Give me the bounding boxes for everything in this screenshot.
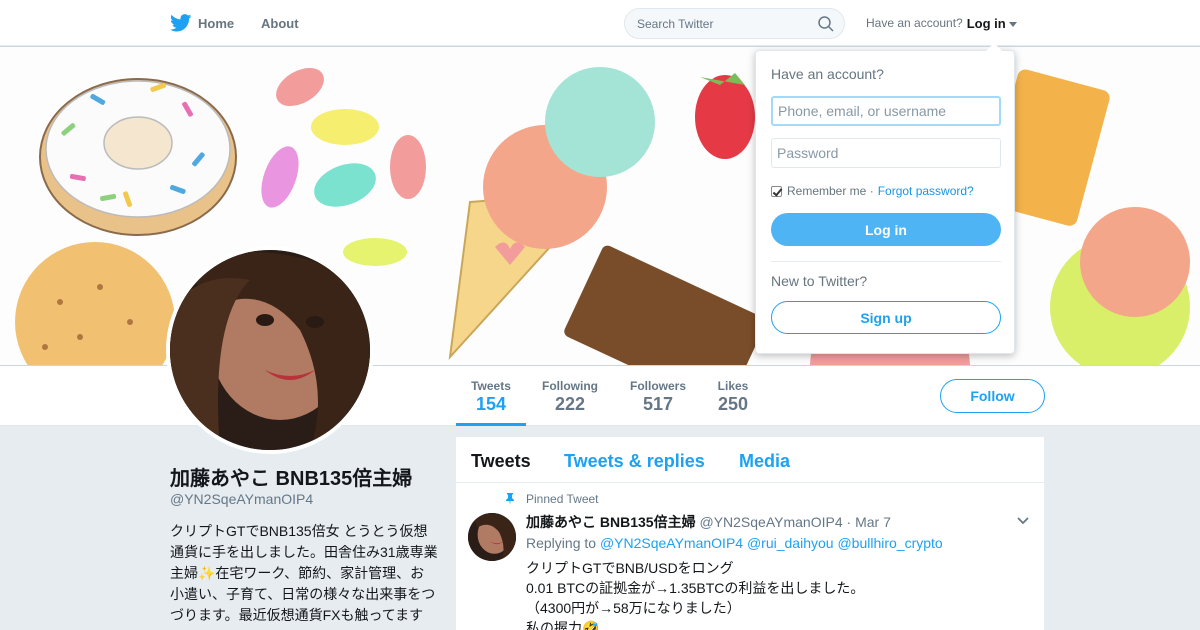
search-input[interactable]	[637, 16, 807, 31]
account-prompt-text: Have an account?	[866, 16, 963, 30]
stat-likes[interactable]: Likes 250	[710, 366, 756, 426]
tweet-author-name[interactable]: 加藤あやこ BNB135倍主婦	[526, 514, 696, 530]
stat-following[interactable]: Following 222	[536, 366, 604, 426]
timeline: Tweets Tweets & replies Media Pinned Twe…	[456, 437, 1044, 630]
profile-name: 加藤あやこ BNB135倍主婦	[170, 468, 413, 490]
stat-value: 250	[717, 394, 749, 414]
login-dropdown-toggle[interactable]: Log in	[967, 16, 1006, 31]
profile-bio: クリプトGTでBNB135倍女 とうとう仮想通貨に手を出しました。田舎住み31歳…	[170, 523, 438, 623]
search-icon[interactable]	[818, 16, 834, 32]
chevron-down-icon[interactable]	[1016, 514, 1030, 528]
tweet-line: （4300円が→58万になりました）	[526, 600, 741, 616]
avatar-photo	[170, 250, 370, 450]
tweet-text: クリプトGTでBNB/USDをロング 0.01 BTCの証拠金が→1.35BTC…	[526, 558, 864, 630]
login-dropdown-heading: Have an account?	[771, 66, 884, 82]
forgot-password-link[interactable]: Forgot password?	[878, 184, 974, 198]
stat-value: 222	[554, 394, 586, 414]
tweet-line: クリプトGTでBNB/USDをロング	[526, 560, 734, 576]
stat-value: 154	[475, 394, 507, 414]
password-field[interactable]	[771, 138, 1001, 168]
signup-button[interactable]: Sign up	[771, 301, 1001, 334]
nav-about-link[interactable]: About	[261, 0, 299, 46]
tweet-author-handle[interactable]: @YN2SqeAYmanOIP4	[699, 514, 842, 530]
stat-label: Followers	[629, 379, 686, 393]
nav-home-link[interactable]: Home	[170, 0, 234, 46]
profile-avatar[interactable]	[166, 246, 374, 454]
tweet-date[interactable]: · Mar 7	[847, 514, 891, 530]
stat-label: Likes	[717, 379, 749, 393]
new-to-twitter-label: New to Twitter?	[771, 273, 868, 289]
donut-illustration	[39, 78, 237, 236]
search-box	[624, 8, 845, 39]
stat-tweets[interactable]: Tweets 154	[456, 366, 526, 426]
remember-me-row: Remember me · Forgot password?	[771, 184, 974, 198]
twitter-bird-icon	[170, 14, 192, 32]
tab-tweets[interactable]: Tweets	[471, 451, 531, 472]
profile-handle[interactable]: @YN2SqeAYmanOIP4	[170, 491, 313, 507]
login-button[interactable]: Log in	[771, 213, 1001, 246]
stat-label: Following	[542, 379, 598, 393]
tab-tweets-replies[interactable]: Tweets & replies	[564, 451, 705, 472]
timeline-tabs: Tweets Tweets & replies Media	[456, 437, 1044, 483]
tweet-header: 加藤あやこ BNB135倍主婦 @YN2SqeAYmanOIP4 · Mar 7	[526, 512, 891, 532]
remember-me-checkbox[interactable]	[771, 185, 782, 197]
login-dropdown: Have an account? Remember me · Forgot pa…	[755, 43, 1015, 354]
pinned-indicator: Pinned Tweet	[504, 492, 599, 506]
divider	[771, 261, 1001, 262]
pinned-label: Pinned Tweet	[526, 492, 599, 506]
pin-icon	[506, 493, 514, 505]
tweet-replying-to: Replying to @YN2SqeAYmanOIP4 @rui_daihyo…	[526, 535, 943, 551]
tweet-line: 私の握力🤣	[526, 620, 600, 630]
tab-media[interactable]: Media	[739, 451, 790, 472]
caret-down-icon	[1008, 21, 1017, 27]
follow-button[interactable]: Follow	[940, 379, 1045, 413]
username-field[interactable]	[771, 96, 1001, 126]
top-navigation-bar: Home About Have an account? Log in	[0, 0, 1200, 46]
login-prompt: Have an account? Log in	[866, 0, 1017, 46]
stat-value: 517	[642, 394, 674, 414]
tweet-avatar-photo	[468, 513, 516, 561]
tweet-avatar[interactable]	[468, 513, 516, 561]
stat-label: Tweets	[471, 379, 511, 393]
replying-to-label: Replying to	[526, 535, 597, 551]
nav-home-label: Home	[198, 15, 235, 31]
tweet-line: 0.01 BTCの証拠金が→1.35BTCの利益を出しました。	[526, 580, 865, 596]
reply-mentions[interactable]: @YN2SqeAYmanOIP4 @rui_daihyou @bullhiro_…	[600, 535, 943, 551]
remember-me-label: Remember me ·	[787, 184, 874, 198]
stat-followers[interactable]: Followers 517	[624, 366, 692, 426]
nav-about-label: About	[261, 15, 299, 31]
